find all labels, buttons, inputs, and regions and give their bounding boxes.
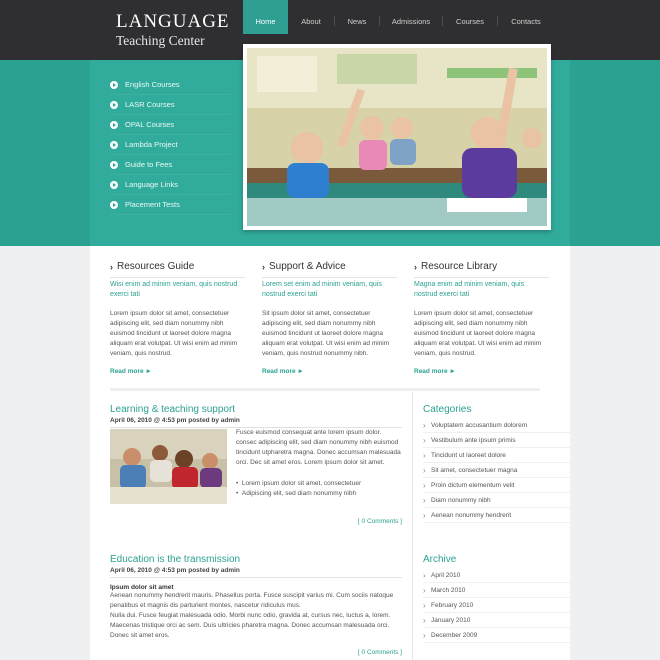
nav-news[interactable]: News (335, 0, 379, 34)
side-item-label: Placement Tests (125, 200, 180, 209)
arrow-circle-icon (110, 81, 118, 89)
classroom-photo (247, 48, 547, 226)
side-item-placement-tests[interactable]: Placement Tests (110, 195, 230, 215)
hero-photo-frame (243, 44, 551, 230)
archive-list: April 2010 March 2010 February 2010 Janu… (423, 568, 571, 643)
category-item[interactable]: Vestibulum ante ipsum primis (423, 433, 571, 448)
section-divider (110, 388, 540, 391)
side-item-label: English Courses (125, 80, 180, 89)
category-item[interactable]: Tincidunt ut laoreet dolore (423, 448, 571, 463)
post-meta: April 06, 2010 @ 4:53 pm posted by admin (110, 417, 240, 424)
post-body: Aenean nonummy hendrerit mauris. Phasell… (110, 592, 394, 639)
column-title: Resource Library (421, 261, 498, 272)
chevron-right-icon: › (262, 261, 265, 272)
sidebar: Categories Voluptatem accusantium dolore… (412, 392, 572, 660)
archive-heading: Archive (423, 554, 457, 565)
page: LANGUAGE Teaching Center Home About News… (0, 0, 660, 660)
post-meta: April 06, 2010 @ 4:53 pm posted by admin (110, 567, 240, 574)
side-item-lasr-courses[interactable]: LASR Courses (110, 95, 230, 115)
side-item-label: Guide to Fees (125, 160, 173, 169)
side-item-lambda-project[interactable]: Lambda Project (110, 135, 230, 155)
read-more-link[interactable]: Read more ► (110, 368, 245, 375)
side-item-label: LASR Courses (125, 100, 175, 109)
column-subtitle: Wisi enim ad minim veniam, quis nostrud … (110, 277, 245, 300)
column-heading: › Resource Library (414, 260, 549, 273)
nav-courses[interactable]: Courses (443, 0, 497, 34)
comments-link[interactable]: [ 0 Comments ] (358, 649, 402, 656)
column-resources-guide: › Resources Guide Wisi enim ad minim veni… (110, 260, 245, 375)
nav-home[interactable]: Home (243, 0, 288, 34)
categories-heading: Categories (423, 404, 472, 415)
post-learning-support: Learning & teaching support April 06, 20… (110, 404, 402, 530)
arrow-circle-icon (110, 101, 118, 109)
side-menu: English Courses LASR Courses OPAL Course… (110, 75, 230, 215)
column-body: Lorem ipsum dolor sit amet, consectetuer… (414, 310, 542, 357)
post-education-transmission: Education is the transmission April 06, … (110, 554, 402, 660)
chevron-right-icon: › (110, 261, 113, 272)
nav-contacts[interactable]: Contacts (498, 0, 554, 34)
side-item-opal-courses[interactable]: OPAL Courses (110, 115, 230, 135)
archive-item[interactable]: March 2010 (423, 583, 571, 598)
category-item[interactable]: Voluptatem accusantium dolorem (423, 418, 571, 433)
column-body: Lorem ipsum dolor sit amet, consectetuer… (110, 310, 238, 357)
comments-link[interactable]: [ 0 Comments ] (358, 518, 402, 525)
post-excerpt: Fusce euismod consequat ante lorem ipsum… (236, 429, 401, 466)
arrow-circle-icon (110, 161, 118, 169)
logo-title[interactable]: LANGUAGE (116, 11, 230, 33)
post-thumbnail (110, 429, 227, 504)
arrow-circle-icon (110, 121, 118, 129)
list-item: • Lorem ipsum dolor sit amet, consectetu… (236, 480, 362, 487)
read-more-link[interactable]: Read more ► (262, 368, 397, 375)
side-item-label: Language Links (125, 180, 178, 189)
side-item-english-courses[interactable]: English Courses (110, 75, 230, 95)
archive-item[interactable]: February 2010 (423, 598, 571, 613)
column-body: Sit ipsum dolor sit amet, consectetuer a… (262, 310, 390, 357)
nav-about[interactable]: About (288, 0, 334, 34)
logo-subtitle[interactable]: Teaching Center (116, 33, 205, 49)
category-item[interactable]: Sit amet, consectetuer magna (423, 463, 571, 478)
column-title: Support & Advice (269, 261, 346, 272)
column-title: Resources Guide (117, 261, 195, 272)
post-bullets: • Lorem ipsum dolor sit amet, consectetu… (236, 479, 402, 499)
bullet-text: Adipiscing elit, sed diam nonummy nibh (241, 490, 357, 497)
post-lead: Ipsum dolor sit amet (110, 584, 174, 591)
chevron-right-icon: › (414, 261, 417, 272)
column-subtitle: Magna enim ad minim veniam, quis nostrud… (414, 277, 549, 300)
side-item-language-links[interactable]: Language Links (110, 175, 230, 195)
nav-admissions[interactable]: Admissions (380, 0, 442, 34)
column-resource-library: › Resource Library Magna enim ad minim ve… (414, 260, 549, 375)
column-heading: › Support & Advice (262, 260, 397, 273)
list-item: • Adipiscing elit, sed diam nonummy nibh (236, 490, 357, 497)
archive-item[interactable]: April 2010 (423, 568, 571, 583)
main-nav: Home About News Admissions Courses Conta… (243, 0, 554, 34)
category-item[interactable]: Proin dictum elementum velit (423, 478, 571, 493)
column-heading: › Resources Guide (110, 260, 245, 273)
read-more-link[interactable]: Read more ► (414, 368, 549, 375)
archive-item[interactable]: January 2010 (423, 613, 571, 628)
post-title[interactable]: Learning & teaching support (110, 404, 402, 415)
arrow-circle-icon (110, 181, 118, 189)
bullet-text: Lorem ipsum dolor sit amet, consectetuer (241, 480, 362, 487)
categories-list: Voluptatem accusantium dolorem Vestibulu… (423, 418, 571, 523)
post-title[interactable]: Education is the transmission (110, 554, 402, 565)
column-support-advice: › Support & Advice Lorem set enim ad mini… (262, 260, 397, 375)
category-item[interactable]: Aenean nonummy hendrerit (423, 508, 571, 523)
side-item-label: OPAL Courses (125, 120, 175, 129)
archive-item[interactable]: December 2009 (423, 628, 571, 643)
arrow-circle-icon (110, 201, 118, 209)
post-rule (110, 577, 402, 578)
side-item-label: Lambda Project (125, 140, 178, 149)
arrow-circle-icon (110, 141, 118, 149)
side-item-guide-to-fees[interactable]: Guide to Fees (110, 155, 230, 175)
category-item[interactable]: Diam nonummy nibh (423, 493, 571, 508)
column-subtitle: Lorem set enim ad minim veniam, quis nos… (262, 277, 397, 300)
